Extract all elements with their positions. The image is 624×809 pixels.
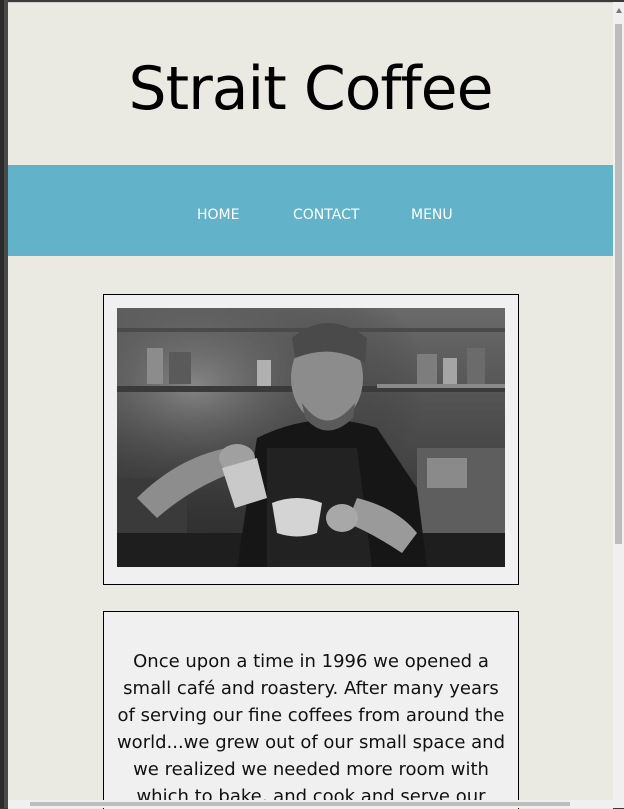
hero-photo-frame	[103, 294, 519, 585]
horizontal-scroll-thumb[interactable]	[30, 802, 570, 806]
nav-contact-link[interactable]: CONTACT	[293, 207, 359, 224]
horizontal-scrollbar[interactable]	[8, 800, 613, 808]
nav-menu-link[interactable]: MENU	[411, 207, 453, 224]
barista-photo	[117, 308, 505, 567]
site-title: Strait Coffee	[128, 54, 494, 124]
story-text: Once upon a time in 1996 we opened a sma…	[116, 651, 506, 807]
vertical-scrollbar[interactable]	[613, 2, 624, 808]
main-nav: HOME CONTACT MENU	[8, 165, 613, 256]
story-card: Once upon a time in 1996 we opened a sma…	[103, 611, 519, 809]
window-frame-edge	[0, 0, 8, 808]
page-viewport: Strait Coffee HOME CONTACT MENU Once upo…	[8, 2, 613, 809]
site-header: Strait Coffee	[8, 3, 613, 165]
nav-home-link[interactable]: HOME	[197, 207, 239, 224]
vertical-scroll-thumb[interactable]	[615, 24, 622, 544]
scroll-up-arrow-icon[interactable]	[616, 8, 622, 13]
